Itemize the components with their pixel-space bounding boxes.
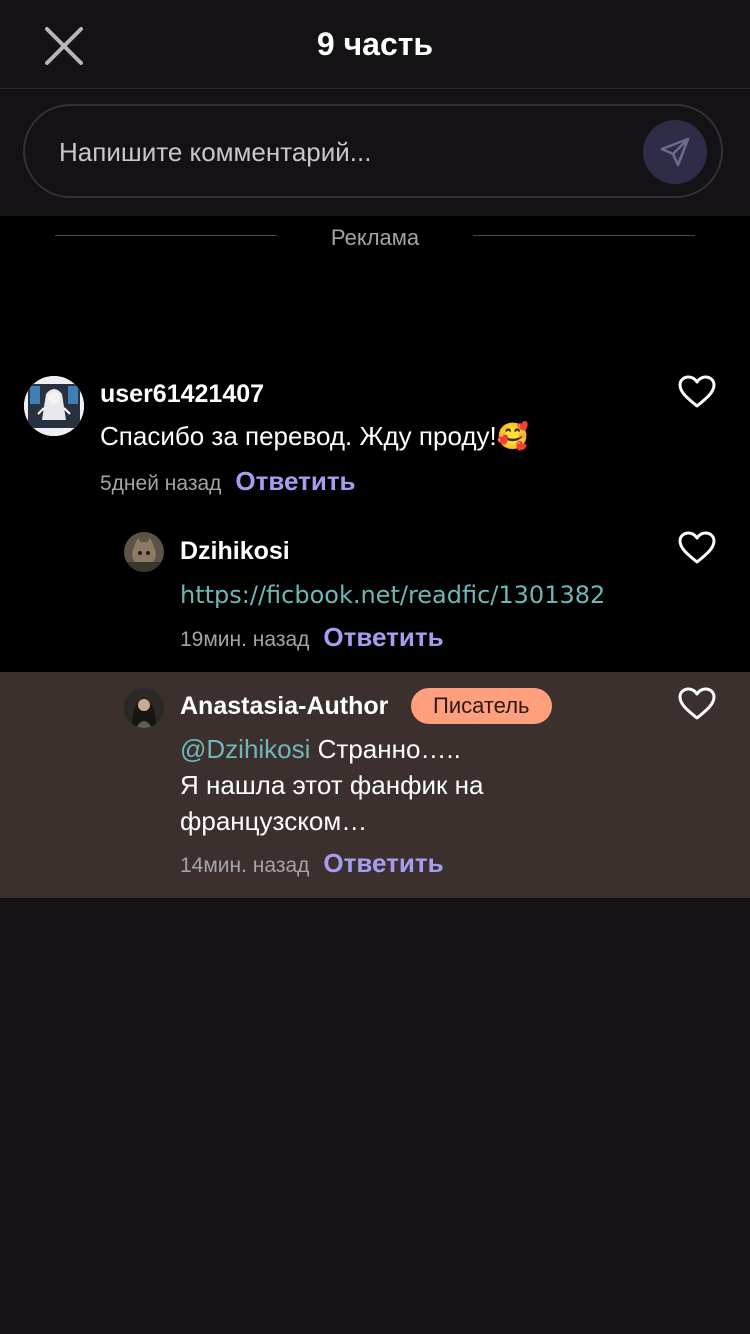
comment-time: 19мин. назад <box>180 628 310 651</box>
comment-time: 14мин. назад <box>180 854 310 877</box>
avatar[interactable] <box>124 688 164 728</box>
comment-composer <box>23 104 723 198</box>
comment-time: 5дней назад <box>100 472 222 495</box>
page-title: 9 часть <box>316 26 434 62</box>
comment-text: https://ficbook.net/readfic/1301382 <box>180 577 605 613</box>
comment-meta: 14мин. назад Ответить <box>180 848 444 879</box>
avatar[interactable] <box>24 376 84 436</box>
header-bar: 9 часть <box>0 0 750 89</box>
comment-composer-area <box>0 89 750 216</box>
comment-text-line1: Странно….. <box>310 734 461 764</box>
comment-meta: 19мин. назад Ответить <box>180 622 444 653</box>
ad-label: Реклама <box>330 225 420 250</box>
comment-username[interactable]: user61421407 <box>100 378 264 410</box>
like-button[interactable] <box>678 375 716 409</box>
comment-text-line3: французском… <box>180 806 368 836</box>
reply-button[interactable]: Ответить <box>323 848 443 878</box>
heart-icon <box>678 375 716 408</box>
comment-username[interactable]: Dzihikosi <box>180 535 290 567</box>
heart-icon <box>678 687 716 720</box>
comment-mention[interactable]: @Dzihikosi <box>180 734 310 764</box>
comment-text: @Dzihikosi Странно….. <box>180 732 461 767</box>
author-badge: Писатель <box>411 688 552 724</box>
comment-text-line2: Я нашла этот фанфик на <box>180 770 484 800</box>
send-button[interactable] <box>643 120 707 184</box>
reply-button[interactable]: Ответить <box>235 466 355 496</box>
comment-username[interactable]: Anastasia-Author <box>180 690 388 722</box>
reply-button[interactable]: Ответить <box>323 622 443 652</box>
like-button[interactable] <box>678 531 716 565</box>
heart-icon <box>678 531 716 564</box>
like-button[interactable] <box>678 687 716 721</box>
send-icon <box>660 137 690 167</box>
comment-link[interactable]: https://ficbook.net/readfic/1301382 <box>180 581 605 609</box>
comment-input[interactable] <box>57 124 621 180</box>
avatar[interactable] <box>124 532 164 572</box>
comment-text: Спасибо за перевод. Жду проду!🥰 <box>100 421 530 451</box>
comment-meta: 5дней назад Ответить <box>100 466 356 497</box>
ad-divider-right <box>473 235 695 236</box>
